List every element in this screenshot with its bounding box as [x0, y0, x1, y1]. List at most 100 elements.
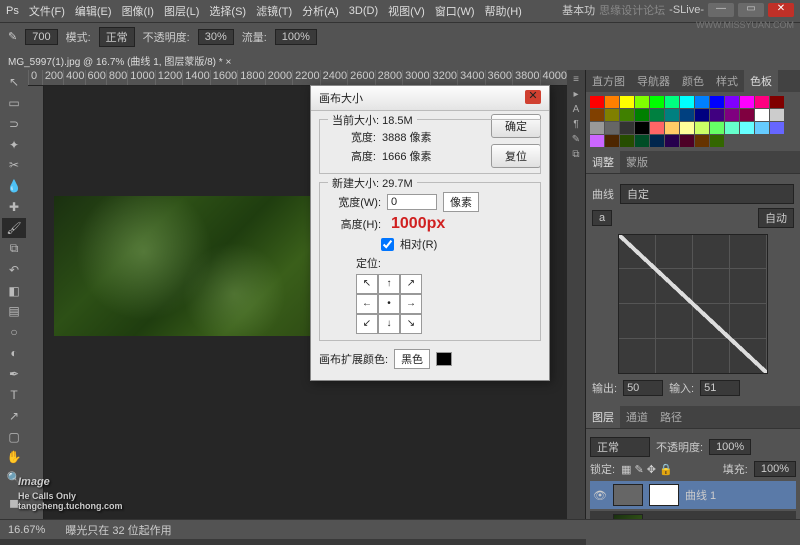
para-panel-icon[interactable]: ¶ [573, 119, 578, 130]
swatch[interactable] [590, 109, 604, 121]
lock-icons[interactable]: ▦ ✎ ✥ 🔒 [621, 463, 673, 476]
text-tool[interactable]: T [2, 385, 26, 405]
swatch[interactable] [620, 135, 634, 147]
menu-3d[interactable]: 3D(D) [349, 5, 378, 17]
tab-channels[interactable]: 通道 [620, 406, 654, 428]
curves-graph[interactable] [618, 234, 768, 374]
tab-adjustments[interactable]: 调整 [586, 151, 620, 173]
layer-row[interactable]: 👁 曲线 1 [590, 481, 796, 509]
win-close-button[interactable]: ✕ [768, 3, 794, 17]
tab-styles[interactable]: 样式 [710, 70, 744, 92]
curves-input-field[interactable] [700, 380, 740, 396]
swatch[interactable] [665, 122, 679, 134]
document-tab[interactable]: MG_5997(1).jpg @ 16.7% (曲线 1, 图层蒙版/8) * … [0, 50, 800, 70]
swatch[interactable] [695, 122, 709, 134]
menu-layer[interactable]: 图层(L) [164, 3, 199, 19]
swatch[interactable] [680, 96, 694, 108]
swatch[interactable] [725, 109, 739, 121]
tab-paths[interactable]: 路径 [654, 406, 688, 428]
swatch[interactable] [590, 96, 604, 108]
tab-navigator[interactable]: 导航器 [631, 70, 676, 92]
visibility-icon[interactable]: 👁 [593, 489, 607, 502]
eyedrop-tool[interactable]: 💧 [2, 176, 26, 196]
swatch[interactable] [605, 135, 619, 147]
actions-panel-icon[interactable]: ▸ [573, 89, 578, 100]
curves-output-field[interactable] [623, 380, 663, 396]
menu-file[interactable]: 文件(F) [29, 3, 65, 19]
menu-filter[interactable]: 滤镜(T) [256, 3, 292, 19]
swatch[interactable] [710, 122, 724, 134]
pen-tool[interactable]: ✒ [2, 364, 26, 384]
brush-tool[interactable]: 🖌 [2, 218, 26, 238]
swatch[interactable] [755, 109, 769, 121]
clone-panel-icon[interactable]: ⧉ [572, 149, 579, 160]
swatch[interactable] [650, 122, 664, 134]
tab-histogram[interactable]: 直方图 [586, 70, 631, 92]
win-max-button[interactable]: ▭ [738, 3, 764, 17]
swatches-grid[interactable] [586, 92, 800, 151]
history-tool[interactable]: ↶ [2, 260, 26, 280]
dodge-tool[interactable]: ◐ [2, 343, 26, 363]
fill-value[interactable]: 100% [754, 461, 796, 477]
blend-mode-select[interactable]: 正常 [590, 437, 650, 457]
brush-icon[interactable]: ✎ [8, 30, 17, 43]
swatch[interactable] [650, 109, 664, 121]
swatch[interactable] [605, 122, 619, 134]
swatch[interactable] [770, 109, 784, 121]
curves-channel[interactable]: a [592, 210, 612, 226]
swatch[interactable] [770, 96, 784, 108]
swatch[interactable] [620, 122, 634, 134]
status-zoom[interactable]: 16.67% [8, 524, 45, 536]
menu-view[interactable]: 视图(V) [388, 3, 425, 19]
swatch[interactable] [770, 122, 784, 134]
swatch[interactable] [665, 109, 679, 121]
menu-help[interactable]: 帮助(H) [485, 3, 522, 19]
swatch[interactable] [620, 109, 634, 121]
swatch[interactable] [590, 135, 604, 147]
eraser-tool[interactable]: ◧ [2, 281, 26, 301]
crop-tool[interactable]: ✂ [2, 155, 26, 175]
menu-window[interactable]: 窗口(W) [435, 3, 475, 19]
blur-tool[interactable]: ○ [2, 322, 26, 342]
swatch[interactable] [740, 96, 754, 108]
move-tool[interactable]: ↖ [2, 72, 26, 92]
menu-analysis[interactable]: 分析(A) [302, 3, 339, 19]
swatch[interactable] [710, 135, 724, 147]
shape-tool[interactable]: ▢ [2, 427, 26, 447]
swatch[interactable] [635, 135, 649, 147]
swatch[interactable] [680, 109, 694, 121]
ext-color-select[interactable]: 黑色 [394, 349, 430, 369]
menu-select[interactable]: 选择(S) [209, 3, 246, 19]
tab-layers[interactable]: 图层 [586, 406, 620, 428]
brush-panel-icon[interactable]: ✎ [572, 134, 580, 145]
opacity-value[interactable]: 30% [198, 29, 234, 45]
swatch[interactable] [695, 109, 709, 121]
swatch[interactable] [710, 109, 724, 121]
swatch[interactable] [740, 109, 754, 121]
swatch[interactable] [725, 122, 739, 134]
swatch[interactable] [725, 96, 739, 108]
win-min-button[interactable]: — [708, 3, 734, 17]
swatch[interactable] [710, 96, 724, 108]
swatch[interactable] [740, 122, 754, 134]
mode-select[interactable]: 正常 [99, 27, 135, 47]
lasso-tool[interactable]: ⊃ [2, 114, 26, 134]
stamp-tool[interactable]: ⧉ [2, 239, 26, 259]
swatch[interactable] [650, 135, 664, 147]
swatch[interactable] [755, 96, 769, 108]
swatch[interactable] [650, 96, 664, 108]
swatch[interactable] [695, 135, 709, 147]
tab-masks[interactable]: 蒙版 [620, 151, 654, 173]
curves-auto-button[interactable]: 自动 [758, 208, 794, 228]
swatch[interactable] [635, 109, 649, 121]
new-width-field[interactable] [387, 194, 437, 210]
history-panel-icon[interactable]: ≡ [573, 74, 579, 85]
marquee-tool[interactable]: ▭ [2, 93, 26, 113]
char-panel-icon[interactable]: A [573, 104, 580, 115]
swatch[interactable] [605, 96, 619, 108]
swatch[interactable] [620, 96, 634, 108]
heal-tool[interactable]: ✚ [2, 197, 26, 217]
gradient-tool[interactable]: ▤ [2, 301, 26, 321]
hand-tool[interactable]: ✋ [2, 447, 26, 467]
swatch[interactable] [635, 96, 649, 108]
